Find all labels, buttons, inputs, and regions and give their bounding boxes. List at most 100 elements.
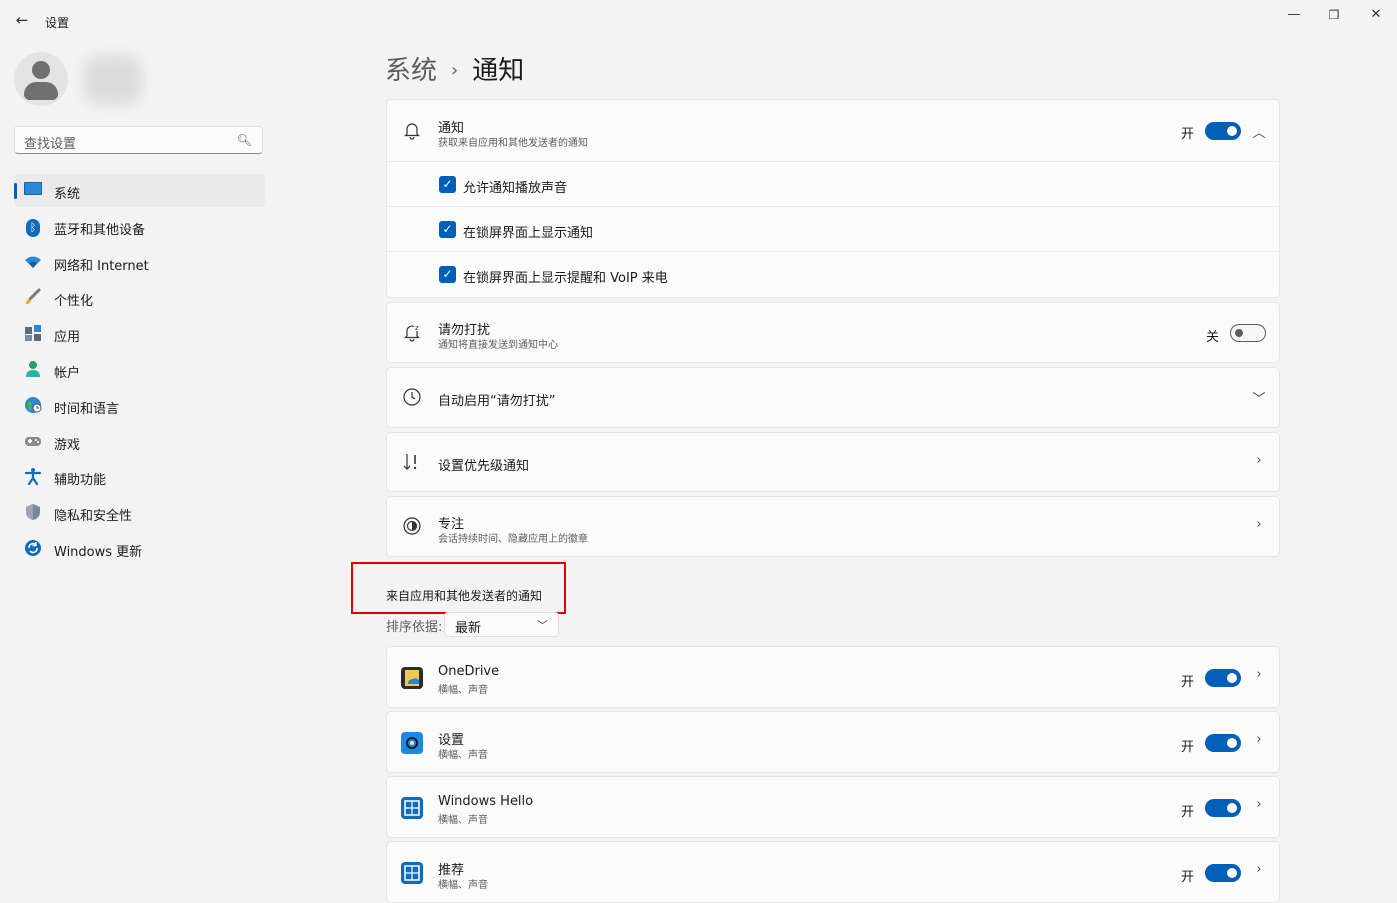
minimize-button[interactable]: — xyxy=(1274,4,1314,26)
chevron-right-icon[interactable]: › xyxy=(1252,517,1266,532)
breadcrumb-separator: › xyxy=(451,60,459,81)
sidebar-item-label: 蓝牙和其他设备 xyxy=(54,222,146,238)
app-toggle[interactable] xyxy=(1205,864,1241,882)
sidebar-item-label: Windows 更新 xyxy=(54,544,143,560)
sidebar-item-accessibility[interactable]: 辅助功能 xyxy=(14,460,265,493)
option-label: 允许通知播放声音 xyxy=(463,181,568,196)
highlight-box xyxy=(351,562,566,614)
bluetooth-icon: ᛒ xyxy=(24,217,42,237)
avatar-head-icon xyxy=(32,61,50,79)
blurred-username xyxy=(84,56,142,104)
app-title: 设置 xyxy=(45,16,70,30)
bell-snooze-icon: z xyxy=(401,322,423,344)
user-profile[interactable] xyxy=(14,52,142,106)
sidebar-item-time-language[interactable]: 时间和语言 xyxy=(14,389,265,422)
shield-icon xyxy=(24,503,42,521)
sidebar-item-apps[interactable]: 应用 xyxy=(14,317,265,350)
chevron-right-icon[interactable]: › xyxy=(1252,453,1266,468)
focus-card[interactable]: 专注 会话持续时间、隐藏应用上的徽章 › xyxy=(386,496,1280,557)
update-icon xyxy=(24,539,42,557)
auto-dnd-card[interactable]: 自动启用“请勿打扰” ﹀ xyxy=(386,367,1280,428)
option-row-voip[interactable]: ✓ 在锁屏界面上显示提醒和 VoIP 来电 xyxy=(386,251,1280,298)
wifi-icon xyxy=(24,253,42,271)
app-detail: 横幅、声音 xyxy=(438,815,488,826)
checkbox-checked-icon[interactable]: ✓ xyxy=(439,266,456,283)
gamepad-icon xyxy=(24,432,42,450)
sidebar-item-personalization[interactable]: 个性化 xyxy=(14,281,265,314)
sort-dropdown[interactable]: 最新 ﹀ xyxy=(444,612,559,637)
sidebar-item-label: 时间和语言 xyxy=(54,401,120,417)
apps-icon xyxy=(24,324,42,342)
brush-icon xyxy=(24,288,42,306)
app-row-recommended[interactable]: 推荐 横幅、声音 开 › xyxy=(386,841,1280,903)
app-row-windows-hello[interactable]: Windows Hello 横幅、声音 开 › xyxy=(386,776,1280,838)
breadcrumb-parent[interactable]: 系统 xyxy=(385,56,437,86)
app-name: Windows Hello xyxy=(438,794,534,809)
chevron-right-icon[interactable]: › xyxy=(1252,732,1266,747)
windows-hello-app-icon xyxy=(401,797,423,819)
account-icon xyxy=(24,360,42,378)
dnd-card[interactable]: z 请勿打扰 通知将直接发送到通知中心 关 xyxy=(386,302,1280,363)
option-row-sound[interactable]: ✓ 允许通知播放声音 xyxy=(386,161,1280,206)
chevron-down-icon[interactable]: ﹀ xyxy=(1252,388,1266,407)
app-state: 开 xyxy=(1181,675,1195,690)
checkbox-checked-icon[interactable]: ✓ xyxy=(439,221,456,238)
app-toggle[interactable] xyxy=(1205,799,1241,817)
settings-app-icon xyxy=(401,732,423,754)
auto-dnd-title: 自动启用“请勿打扰” xyxy=(438,394,556,409)
sidebar-item-network[interactable]: 网络和 Internet xyxy=(14,246,265,279)
sidebar-item-accounts[interactable]: 帐户 xyxy=(14,353,265,386)
app-row-settings[interactable]: 设置 横幅、声音 开 › xyxy=(386,711,1280,773)
sidebar-nav: 系统 ᛒ 蓝牙和其他设备 网络和 Internet 个性化 应用 帐户 时间和语… xyxy=(14,174,265,568)
dnd-subtitle: 通知将直接发送到通知中心 xyxy=(438,340,558,351)
restore-button[interactable]: ❐ xyxy=(1314,4,1354,26)
sidebar-item-bluetooth[interactable]: ᛒ 蓝牙和其他设备 xyxy=(14,210,265,243)
sidebar-item-windows-update[interactable]: Windows 更新 xyxy=(14,532,265,565)
page-title: 通知 xyxy=(472,56,525,86)
sidebar-item-system[interactable]: 系统 xyxy=(14,174,265,207)
sidebar-item-privacy[interactable]: 隐私和安全性 xyxy=(14,496,265,529)
sort-dropdown-value: 最新 xyxy=(455,621,482,636)
sidebar-item-gaming[interactable]: 游戏 xyxy=(14,425,265,458)
priority-card[interactable]: 设置优先级通知 › xyxy=(386,432,1280,492)
app-name: OneDrive xyxy=(438,664,500,679)
sidebar-item-label: 帐户 xyxy=(54,365,81,381)
dnd-state: 关 xyxy=(1206,330,1220,345)
app-toggle[interactable] xyxy=(1205,669,1241,687)
chevron-down-icon: ﹀ xyxy=(537,619,548,632)
onedrive-app-icon xyxy=(401,667,423,689)
sidebar-item-label: 隐私和安全性 xyxy=(54,509,133,525)
avatar[interactable] xyxy=(14,52,68,106)
search-icon[interactable]: 🔍︎ xyxy=(237,133,252,147)
sidebar-item-label: 系统 xyxy=(54,187,81,202)
app-state: 开 xyxy=(1181,805,1195,820)
option-row-lockscreen[interactable]: ✓ 在锁屏界面上显示通知 xyxy=(386,206,1280,251)
app-detail: 横幅、声音 xyxy=(438,750,488,761)
sidebar-item-label: 辅助功能 xyxy=(54,473,107,489)
close-button[interactable]: ✕ xyxy=(1356,4,1396,26)
chevron-right-icon[interactable]: › xyxy=(1252,862,1266,877)
active-indicator xyxy=(14,183,17,199)
checkbox-checked-icon[interactable]: ✓ xyxy=(439,176,456,193)
chevron-up-icon[interactable]: ︿ xyxy=(1252,122,1266,141)
app-state: 开 xyxy=(1181,870,1195,885)
app-row-onedrive[interactable]: OneDrive 横幅、声音 开 › xyxy=(386,646,1280,708)
focus-subtitle: 会话持续时间、隐藏应用上的徽章 xyxy=(438,534,588,545)
app-detail: 横幅、声音 xyxy=(438,880,488,891)
sidebar-item-label: 游戏 xyxy=(54,437,81,453)
notifications-toggle[interactable] xyxy=(1205,122,1241,140)
option-label: 在锁屏界面上显示提醒和 VoIP 来电 xyxy=(463,271,668,286)
title-bar: ← 设置 — ❐ ✕ xyxy=(0,0,1397,42)
dnd-toggle[interactable] xyxy=(1230,324,1266,342)
back-arrow-icon[interactable]: ← xyxy=(12,10,32,30)
search-box[interactable]: 查找设置 🔍︎ xyxy=(14,126,263,154)
bell-icon xyxy=(401,120,423,142)
notifications-card[interactable]: 通知 获取来自应用和其他发送者的通知 开 ︿ xyxy=(386,99,1280,161)
chevron-right-icon[interactable]: › xyxy=(1252,797,1266,812)
focus-icon xyxy=(401,516,423,538)
system-icon xyxy=(24,181,42,199)
app-toggle[interactable] xyxy=(1205,734,1241,752)
app-detail: 横幅、声音 xyxy=(438,685,488,696)
chevron-right-icon[interactable]: › xyxy=(1252,667,1266,682)
notifications-state: 开 xyxy=(1181,127,1195,142)
